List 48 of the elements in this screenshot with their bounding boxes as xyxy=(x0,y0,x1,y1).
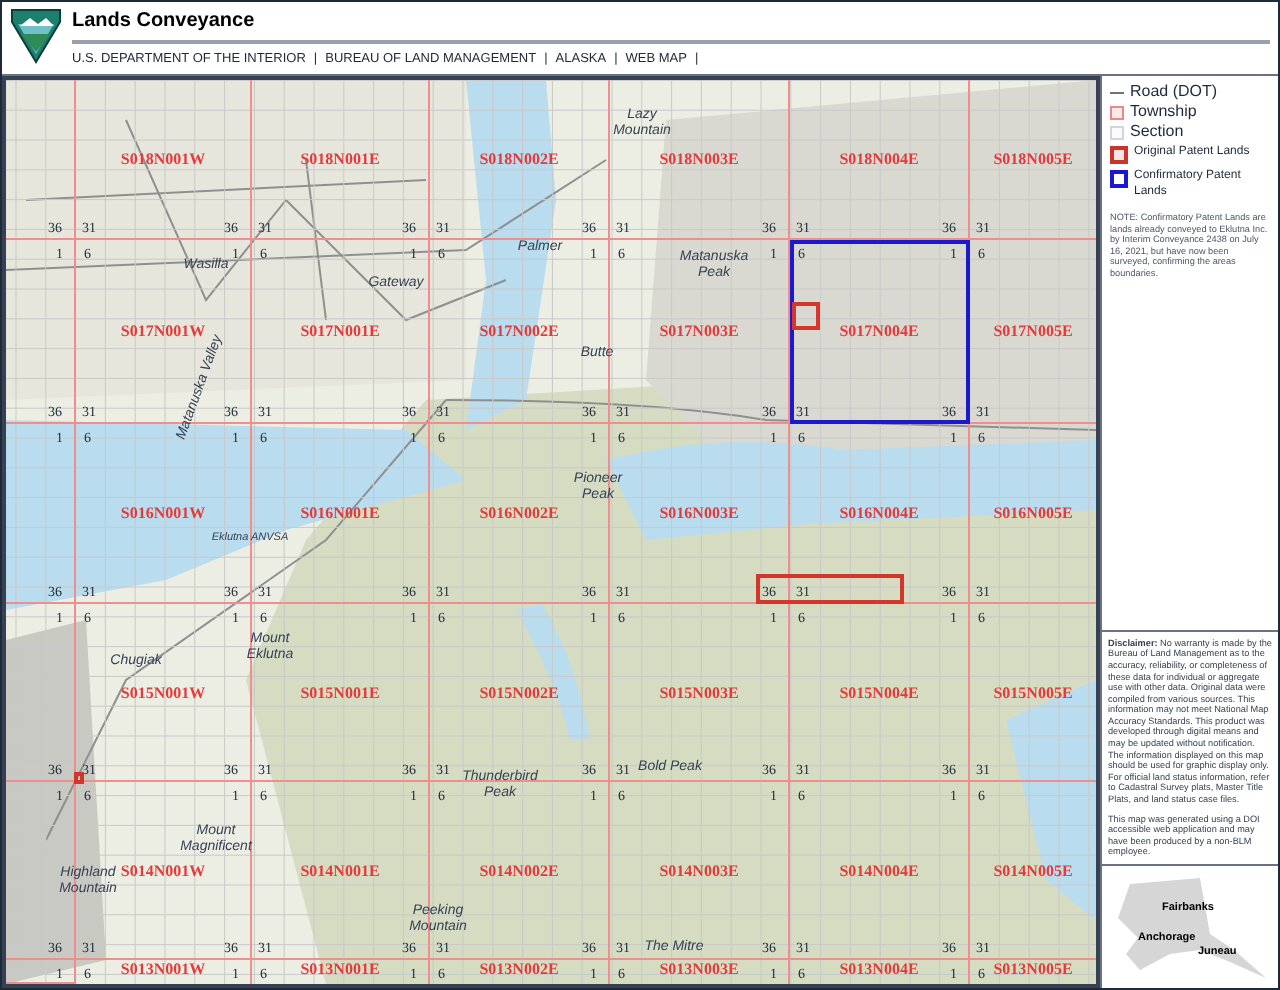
township-label: S014N004E xyxy=(839,861,919,879)
township-label: S018N003E xyxy=(659,150,739,168)
road-line-icon xyxy=(1110,92,1124,94)
township-label: S016N003E xyxy=(659,504,739,522)
township-label: S014N001E xyxy=(300,861,380,879)
township-label: S017N001W xyxy=(120,322,206,340)
township-label: S014N003E xyxy=(659,861,739,879)
legend-label: Road (DOT) xyxy=(1130,84,1218,100)
township-label: S017N004E xyxy=(839,322,919,340)
township-label: S015N001W xyxy=(120,683,206,701)
township-label: S017N005E xyxy=(993,322,1073,340)
township-label: S016N004E xyxy=(839,504,919,522)
township-label: S015N004E xyxy=(839,683,919,701)
confirmatory-patent-swatch xyxy=(1110,170,1128,188)
township-label: S018N004E xyxy=(839,150,919,168)
township-label: S016N001E xyxy=(300,504,380,522)
township-label: S016N002E xyxy=(479,504,559,522)
legend-label: Section xyxy=(1130,124,1184,140)
original-parcel xyxy=(74,772,84,784)
township-label: S014N001W xyxy=(120,861,206,879)
township-label: S015N005E xyxy=(993,683,1073,701)
section-swatch xyxy=(1110,126,1124,140)
township-label: S016N005E xyxy=(993,504,1073,522)
township-label: S014N002E xyxy=(479,861,559,879)
township-label: S013N001W xyxy=(120,960,206,978)
township-swatch xyxy=(1110,106,1124,120)
township-label: S018N001E xyxy=(300,150,380,168)
township-label: S013N001E xyxy=(300,960,380,978)
township-label: S015N002E xyxy=(479,683,559,701)
original-patent-swatch xyxy=(1110,146,1128,164)
township-label: S014N005E xyxy=(993,861,1073,879)
agency-shield-logo xyxy=(10,8,62,64)
township-label: S016N001W xyxy=(120,504,206,522)
township-label: S017N003E xyxy=(659,322,739,340)
township-label: S017N002E xyxy=(479,322,559,340)
township-label: S018N001W xyxy=(120,150,206,168)
township-label: S018N005E xyxy=(993,150,1073,168)
app-title: Lands Conveyance xyxy=(72,8,1270,44)
township-label: S013N002E xyxy=(479,960,559,978)
township-label: S018N002E xyxy=(479,150,559,168)
township-label: S013N004E xyxy=(839,960,919,978)
original-parcel xyxy=(792,302,820,330)
township-label: S017N001E xyxy=(300,322,380,340)
township-label: S015N003E xyxy=(659,683,739,701)
township-label: S013N003E xyxy=(659,960,739,978)
township-label: S015N001E xyxy=(300,683,380,701)
legend-label: Township xyxy=(1130,104,1197,120)
township-label: S013N005E xyxy=(993,960,1073,978)
